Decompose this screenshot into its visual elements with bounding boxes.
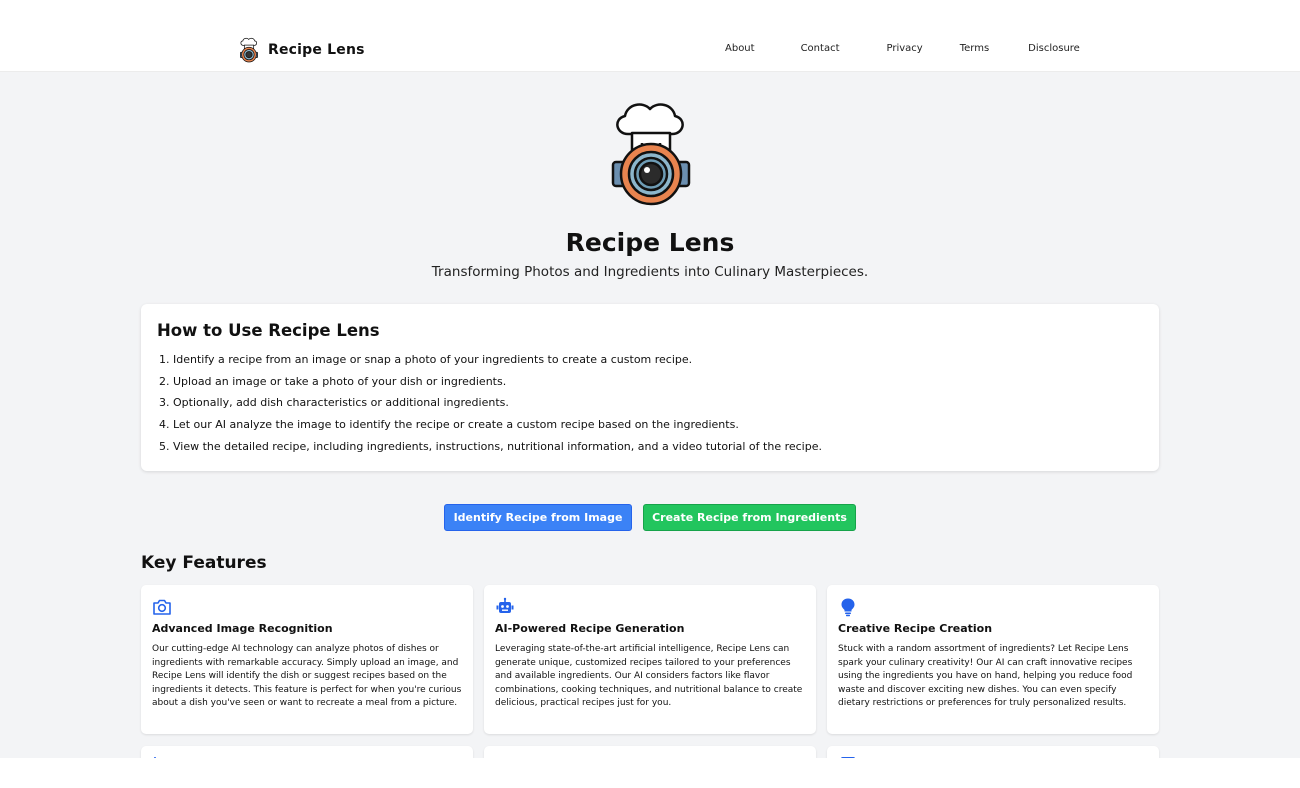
- key-features-title: Key Features: [141, 553, 267, 573]
- how-to-step: Let our AI analyze the image to identify…: [173, 417, 822, 439]
- viewport-bottom-edge: [0, 758, 1300, 788]
- top-navbar: Recipe Lens About Contact Privacy Terms …: [0, 0, 1300, 72]
- feature-title: Creative Recipe Creation: [838, 622, 993, 635]
- nav-link-about[interactable]: About: [725, 43, 755, 54]
- how-to-step: Identify a recipe from an image or snap …: [173, 352, 822, 374]
- robot-icon: [496, 597, 514, 613]
- feature-card: Creative Recipe Creation Stuck with a ra…: [827, 585, 1159, 734]
- feature-card: AI-Powered Recipe Generation Leveraging …: [484, 585, 816, 734]
- how-to-step: Upload an image or take a photo of your …: [173, 374, 822, 396]
- nav-link-privacy[interactable]: Privacy: [886, 43, 922, 54]
- nav-link-terms[interactable]: Terms: [960, 43, 989, 54]
- hero-subtitle: Transforming Photos and Ingredients into…: [431, 264, 869, 280]
- create-recipe-button[interactable]: Create Recipe from Ingredients: [643, 504, 856, 531]
- feature-description: Stuck with a random assortment of ingred…: [838, 644, 1133, 709]
- lightbulb-icon: [841, 598, 855, 617]
- how-to-steps: Identify a recipe from an image or snap …: [173, 352, 822, 460]
- feature-card: Advanced Image Recognition Our cutting-e…: [141, 585, 473, 734]
- nav-link-contact[interactable]: Contact: [801, 43, 840, 54]
- nav-links: About Contact Privacy Terms Disclosure: [725, 43, 1080, 54]
- feature-card: [827, 746, 1159, 758]
- chef-camera-logo-icon: [240, 37, 258, 63]
- how-to-step: Optionally, add dish characteristics or …: [173, 395, 822, 417]
- feature-card: [141, 746, 473, 758]
- feature-title: AI-Powered Recipe Generation: [495, 622, 685, 635]
- brand-link[interactable]: Recipe Lens: [238, 37, 365, 63]
- main-content: Recipe Lens Transforming Photos and Ingr…: [0, 72, 1300, 758]
- how-to-title: How to Use Recipe Lens: [157, 321, 380, 340]
- feature-title: Advanced Image Recognition: [152, 622, 333, 635]
- feature-description: Leveraging state-of-the-art artificial i…: [495, 644, 803, 709]
- camera-icon: [153, 599, 171, 615]
- how-to-step: View the detailed recipe, including ingr…: [173, 439, 822, 461]
- identify-recipe-button[interactable]: Identify Recipe from Image: [444, 504, 632, 531]
- feature-description: Our cutting-edge AI technology can analy…: [152, 644, 462, 709]
- nav-link-disclosure[interactable]: Disclosure: [1028, 43, 1080, 54]
- hero-title: Recipe Lens: [565, 228, 735, 257]
- brand-name: Recipe Lens: [268, 42, 365, 58]
- feature-card: [484, 746, 816, 758]
- chef-camera-logo-icon: [611, 103, 691, 206]
- how-to-card: How to Use Recipe Lens Identify a recipe…: [141, 304, 1159, 471]
